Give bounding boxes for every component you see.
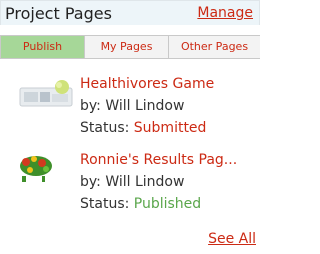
author-label: by: [80, 174, 101, 190]
page-name-link[interactable]: Healthivores Game [80, 76, 214, 92]
status-line: Status: Submitted [80, 120, 206, 136]
panel-header: Project Pages Manage [0, 0, 260, 25]
tab-publish[interactable]: Publish [0, 36, 84, 58]
see-all-link[interactable]: See All [208, 231, 256, 247]
author-label: by: [80, 98, 101, 114]
page-name-link[interactable]: Ronnie's Results Pag... [80, 152, 237, 168]
author-name: Will Lindow [105, 174, 185, 190]
status-label: Status: [80, 196, 130, 212]
status-value: Submitted [133, 120, 207, 136]
list-item: Ronnie's Results Pag... by: Will Lindow … [0, 148, 260, 218]
author-name: Will Lindow [105, 98, 185, 114]
author-line: by: Will Lindow [80, 174, 184, 190]
tab-bar: Publish My Pages Other Pages [0, 35, 260, 59]
status-line: Status: Published [80, 196, 201, 212]
game-thumbnail-icon[interactable] [16, 78, 76, 112]
tab-other-pages[interactable]: Other Pages [168, 36, 260, 58]
manage-link[interactable]: Manage [197, 5, 253, 21]
list-item: Healthivores Game by: Will Lindow Status… [0, 72, 260, 142]
results-thumbnail-icon[interactable] [16, 152, 76, 186]
status-value: Published [133, 196, 202, 212]
tab-my-pages[interactable]: My Pages [84, 36, 168, 58]
panel-title: Project Pages [5, 4, 112, 23]
status-label: Status: [80, 120, 130, 136]
project-pages-panel: Project Pages Manage Publish My Pages Ot… [0, 0, 260, 254]
author-line: by: Will Lindow [80, 98, 184, 114]
